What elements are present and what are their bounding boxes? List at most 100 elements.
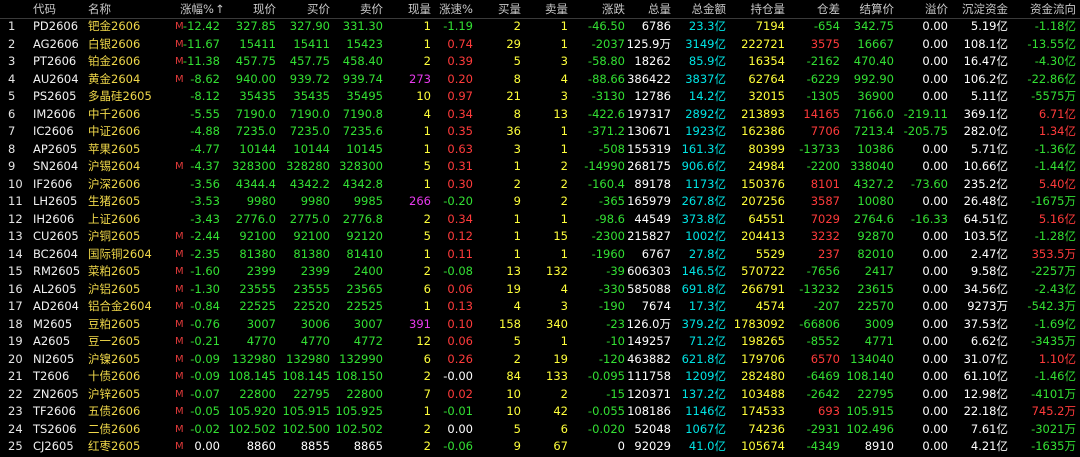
quote-row[interactable]: 15 RM2605 菜粕2605 M -1.60 2399 2399 2400 2 -0.08 13… — [0, 263, 1080, 280]
ask-volume: 2 — [560, 194, 568, 208]
quote-row[interactable]: 1 PD2606 钯金2606 M -12.42 327.85 327.90 331.30 1-… — [0, 18, 1080, 35]
quote-row[interactable]: 18 M2605 豆粕2605 M -0.76 3007 3006 3007 391 0.10 15… — [0, 316, 1080, 333]
contract-code: NI2605 — [33, 351, 75, 366]
turnover: 17.3亿 — [688, 299, 726, 313]
column-header[interactable]: 买量 — [476, 0, 521, 18]
column-header[interactable]: 名称 — [88, 0, 138, 18]
column-header[interactable]: 现量 — [386, 0, 431, 18]
total-volume: 92029 — [634, 439, 671, 453]
ask-volume: 1 — [560, 19, 568, 33]
quote-row[interactable]: 19 A2605 豆一2605 M -0.21 4770 4770 4772 12 0.06 5 1-… — [0, 333, 1080, 350]
quote-row[interactable]: 20 NI2605 沪镍2605 M -0.09 132980 132980 132990 6 0… — [0, 351, 1080, 368]
bid-price: 7190.0 — [289, 106, 330, 121]
last-price: 22525 — [239, 299, 276, 313]
quote-row[interactable]: 9 SN2604 沪锡2604 M -4.37 328300 328280 328300 5 0.… — [0, 158, 1080, 175]
column-header[interactable]: 沉淀资金 — [948, 0, 1008, 18]
quote-row[interactable]: 21 T2606 十债2606 M -0.09 108.145 108.145 108.150… — [0, 368, 1080, 385]
bid-volume: 13 — [506, 264, 521, 278]
oi-change: -4349 — [806, 439, 840, 453]
contract-code: BC2604 — [33, 246, 78, 261]
premium: 0.00 — [922, 36, 948, 51]
turnover: 691.8亿 — [681, 281, 726, 296]
quote-row[interactable]: 13 CU2605 沪铜2605 M -2.44 92100 92100 92120 5 0.12… — [0, 228, 1080, 245]
premium: -205.75 — [903, 124, 948, 138]
quote-row[interactable]: 24 TS2606 二债2606 M -0.02 102.502 102.500 102.50… — [0, 421, 1080, 438]
column-header[interactable]: 卖价 — [333, 0, 383, 18]
quote-row[interactable]: 4 AU2604 黄金2604 M -8.62 940.00 939.72 939.74 273… — [0, 71, 1080, 88]
ask-volume: 2 — [560, 159, 568, 173]
change-percent: -0.21 — [190, 334, 220, 348]
change-speed: 0.39 — [447, 54, 473, 68]
column-header[interactable]: 仓差 — [790, 0, 840, 18]
bid-price: 92100 — [293, 229, 330, 243]
column-header[interactable]: 买价 — [280, 0, 330, 18]
quote-row[interactable]: 17 AD2604 铝合金2604 M -0.84 22525 22520 22525 1 0.1… — [0, 298, 1080, 315]
deposited-funds: 4.21亿 — [970, 439, 1008, 453]
quote-row[interactable]: 16 AL2605 沪铝2605 M -1.30 23555 23555 23565 6 0.06… — [0, 281, 1080, 298]
turnover: 373.8亿 — [681, 211, 726, 226]
deposited-funds: 31.07亿 — [963, 351, 1008, 366]
column-header[interactable]: 结算价 — [839, 0, 895, 18]
last-price: 22800 — [239, 386, 276, 401]
turnover: 1146亿 — [685, 404, 726, 418]
open-interest: 570722 — [741, 264, 785, 278]
quote-row[interactable]: 25 CJ2605 红枣2605 M 0.00 8860 8855 8865 2 -0.06 9 67… — [0, 438, 1080, 455]
column-header[interactable]: 资金流向 — [1016, 0, 1076, 18]
fund-flow: -4101万 — [1031, 386, 1076, 401]
bid-volume: 19 — [506, 281, 521, 296]
oi-change: 3575 — [810, 36, 840, 51]
quote-row[interactable]: 5 PS2605 多晶硅2605 -8.12 35435 35435 35495 10 0.97… — [0, 88, 1080, 105]
bid-volume: 10 — [506, 386, 521, 401]
change-percent: -0.76 — [190, 316, 220, 331]
contract-name: 国际铜2604 — [88, 246, 152, 261]
bid-volume: 9 — [513, 194, 521, 208]
quote-row[interactable]: 11 LH2605 生猪2605 -3.53 9980 9980 9985 266 -0.20 9… — [0, 193, 1080, 210]
open-interest: 5529 — [755, 246, 785, 261]
quote-row[interactable]: 12 IH2606 上证2606 -3.43 2776.0 2775.0 2776.8 2 0.… — [0, 211, 1080, 228]
quote-row[interactable]: 6 IM2606 中千2606 -5.55 7190.0 7190.0 7190.8 4 0.3… — [0, 106, 1080, 123]
settle-price: 22570 — [857, 299, 894, 313]
change-speed: -0.01 — [443, 404, 473, 418]
change-speed: 0.74 — [447, 36, 473, 51]
current-volume: 2 — [423, 421, 431, 436]
premium: 0.00 — [922, 229, 948, 243]
quote-row[interactable]: 14 BC2604 国际铜2604 M -2.35 81380 81380 81410 1 0.1… — [0, 246, 1080, 263]
fund-flow: -1.69亿 — [1034, 316, 1076, 331]
open-interest: 16354 — [748, 54, 785, 68]
ask-price: 102.502 — [335, 421, 383, 436]
settle-price: 16667 — [857, 36, 894, 51]
quote-row[interactable]: 23 TF2606 五债2606 M -0.05 105.920 105.915 105.92… — [0, 403, 1080, 420]
column-header[interactable]: 涨速% — [428, 0, 473, 18]
column-header[interactable]: 总金额 — [671, 0, 727, 18]
bid-price: 2775.0 — [289, 211, 330, 226]
open-interest: 4574 — [755, 299, 785, 313]
contract-code: IC2606 — [33, 124, 74, 138]
change-percent: -12.42 — [182, 19, 220, 33]
ask-price: 7190.8 — [342, 106, 383, 121]
deposited-funds: 106.2亿 — [963, 71, 1008, 86]
column-header[interactable]: 持仓量 — [730, 0, 786, 18]
column-header[interactable]: 涨幅% — [164, 0, 214, 18]
column-header[interactable]: 代码 — [33, 0, 83, 18]
column-header[interactable]: 卖量 — [523, 0, 568, 18]
column-header[interactable]: 溢价 — [898, 0, 948, 18]
fund-flow: -3435万 — [1031, 334, 1076, 348]
current-volume: 2 — [423, 54, 431, 68]
current-volume: 4 — [423, 106, 431, 121]
quote-row[interactable]: 7 IC2606 中证2606 -4.88 7235.0 7235.0 7235.6 1 0.3… — [0, 123, 1080, 140]
total-volume: 12786 — [634, 89, 671, 103]
quote-row[interactable]: 8 AP2605 苹果2605 -4.77 10144 10144 10145 1 0.63 3 1… — [0, 141, 1080, 158]
quote-row[interactable]: 3 PT2606 铂金2606 M -11.38 457.75 457.75 458.40 2 0… — [0, 53, 1080, 70]
premium: 0.00 — [922, 71, 948, 86]
contract-name: 五债2606 — [88, 404, 141, 418]
column-header[interactable]: 现价 — [226, 0, 276, 18]
premium: 0.00 — [922, 316, 948, 331]
total-volume: 111758 — [627, 369, 671, 383]
fund-flow: 6.71亿 — [1038, 106, 1076, 121]
quote-row[interactable]: 10 IF2606 沪深2606 -3.56 4344.4 4342.2 4342.8 1 0.… — [0, 176, 1080, 193]
settle-price: 3009 — [864, 316, 894, 331]
quote-row[interactable]: 22 ZN2605 沪锌2605 M -0.07 22800 22795 22800 7 0.02… — [0, 386, 1080, 403]
quote-row[interactable]: 2 AG2606 白银2606 M -11.67 15411 15411 15423 1 0.74… — [0, 36, 1080, 53]
column-header[interactable]: 总量 — [621, 0, 671, 18]
column-header[interactable]: 涨跌 — [575, 0, 625, 18]
